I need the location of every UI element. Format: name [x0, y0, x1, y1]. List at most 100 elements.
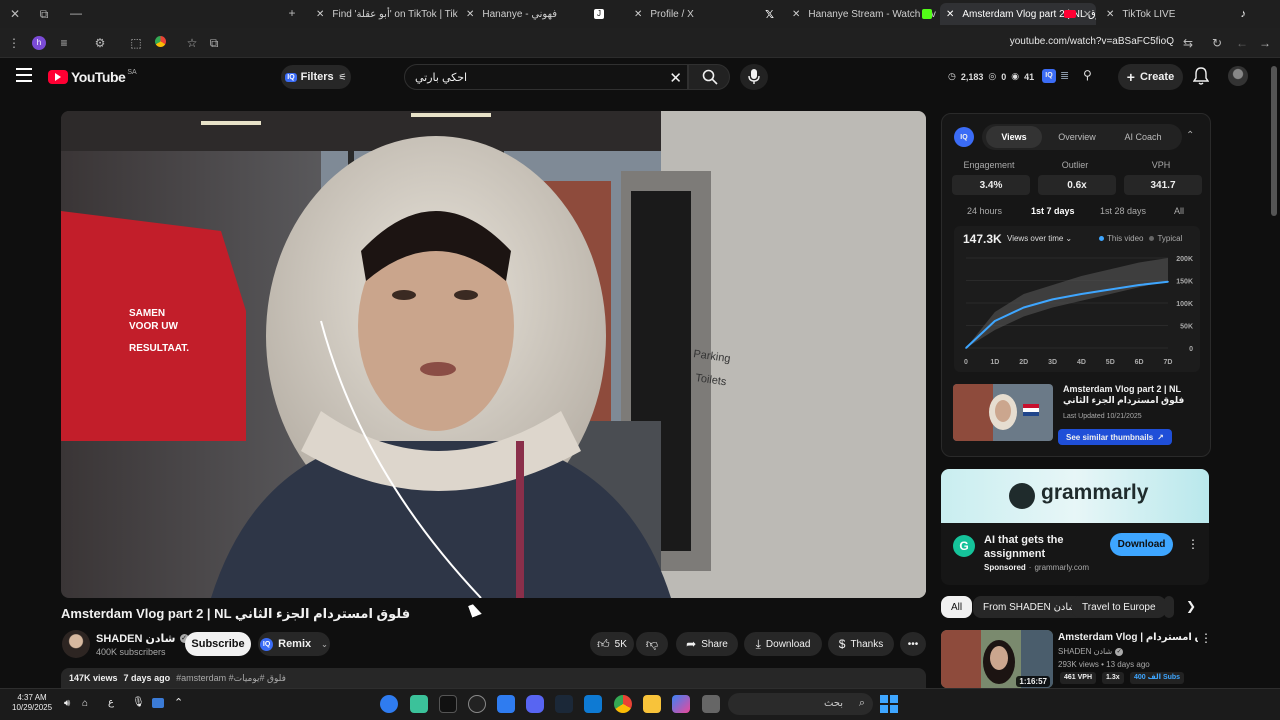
- chip-travel-europe[interactable]: Travel to Europe: [1072, 596, 1166, 618]
- taskbar-app-icon[interactable]: [439, 695, 457, 713]
- windows-start-icon[interactable]: [880, 695, 898, 713]
- range-first-7-days[interactable]: 1st 7 days: [1031, 206, 1075, 216]
- recommendation-channel[interactable]: SHADEN شادن: [1058, 647, 1112, 656]
- tab-close-icon[interactable]: ✕: [946, 9, 954, 20]
- hashtags[interactable]: #amsterdam #فلوق #يوميات: [176, 673, 286, 683]
- forward-icon[interactable]: ←: [1234, 35, 1250, 51]
- tab-close-icon[interactable]: ✕: [634, 9, 642, 20]
- similar-thumbnail[interactable]: [953, 384, 1053, 441]
- taskbar-app-icon[interactable]: [410, 695, 428, 713]
- share-page-icon[interactable]: ⬚: [128, 35, 144, 51]
- reload-icon[interactable]: ↻: [1209, 35, 1225, 51]
- description-box[interactable]: 147K views 7 days ago #amsterdam #فلوق #…: [61, 668, 926, 688]
- color-extension-icon[interactable]: [152, 35, 168, 51]
- site-settings-icon[interactable]: ⇆: [1180, 35, 1196, 51]
- tab-ai-coach[interactable]: AI Coach: [1114, 126, 1172, 148]
- clock[interactable]: 4:37 AM 10/29/2025: [12, 693, 52, 713]
- range-all[interactable]: All: [1174, 206, 1184, 216]
- menu-dots-icon[interactable]: ⋮: [6, 35, 22, 51]
- tab-overview[interactable]: Overview: [1048, 126, 1106, 148]
- copilot-icon[interactable]: [672, 695, 690, 713]
- search-input[interactable]: احكي بارتي ✕: [404, 64, 688, 90]
- task-view-icon[interactable]: [702, 695, 720, 713]
- collapse-chevron-icon[interactable]: ⌃: [1186, 130, 1194, 141]
- subscribe-button[interactable]: Subscribe: [185, 632, 251, 656]
- like-button[interactable]: 👍︎ 5K: [590, 632, 634, 656]
- more-actions-button[interactable]: •••: [900, 632, 926, 656]
- channel-name-row[interactable]: SHADEN شادن ✓: [96, 632, 189, 645]
- tab-hananye[interactable]: ✕ Hananye - فهوني J: [460, 3, 610, 25]
- account-avatar[interactable]: [1228, 66, 1248, 86]
- microphone-tray-icon[interactable]: 🎙︎: [132, 697, 145, 708]
- tab-close-icon[interactable]: ✕: [316, 9, 324, 20]
- extensions-puzzle-icon[interactable]: ⚙: [92, 35, 108, 51]
- tab-views[interactable]: Views: [986, 126, 1042, 148]
- discord-icon[interactable]: [526, 695, 544, 713]
- input-language[interactable]: ع: [108, 697, 114, 708]
- ad-download-button[interactable]: Download: [1110, 533, 1173, 556]
- taskbar-search-input[interactable]: بحث ⌕: [728, 693, 873, 715]
- rocket-icon[interactable]: ⚲: [1083, 68, 1092, 82]
- share-button[interactable]: ➦ Share: [676, 632, 738, 656]
- download-button[interactable]: ⤓ Download: [744, 632, 822, 656]
- video-player[interactable]: SAMEN VOOR UW RESULTAAT. Parking Toilets: [61, 111, 926, 598]
- recommendation-more-icon[interactable]: ⋮: [1200, 631, 1212, 645]
- hamburger-menu-icon[interactable]: [16, 68, 32, 82]
- ad-more-icon[interactable]: ⋮: [1187, 537, 1199, 551]
- chatgpt-icon[interactable]: [468, 695, 486, 713]
- extension-icon[interactable]: ≡: [56, 35, 72, 51]
- iq-extension-icon[interactable]: IQ: [1042, 69, 1056, 83]
- chrome-icon[interactable]: [614, 695, 632, 713]
- tab-hananye-stream[interactable]: ✕ Hananye Stream - Watch Live on: [786, 3, 936, 25]
- dislike-button[interactable]: 👎︎: [636, 632, 668, 656]
- tab-close-icon[interactable]: ✕: [1106, 9, 1114, 20]
- install-app-icon[interactable]: ⧉: [206, 35, 222, 51]
- sponsored-ad[interactable]: grammarly G AI that gets the assignment …: [941, 469, 1209, 585]
- url-text[interactable]: youtube.com/watch?v=aBSaFC5fioQ: [1010, 36, 1174, 47]
- chip-more[interactable]: [1164, 596, 1174, 618]
- recommendation-thumbnail[interactable]: 1:16:57: [941, 630, 1053, 688]
- restore-window-icon[interactable]: ⧉: [36, 6, 52, 22]
- network-icon[interactable]: ⌂: [82, 698, 88, 709]
- taskbar-app-icon[interactable]: [380, 695, 398, 713]
- chip-from-channel[interactable]: From SHADEN شادن: [973, 596, 1087, 618]
- youtube-logo[interactable]: YouTube SA: [48, 69, 137, 85]
- minimize-icon[interactable]: —: [68, 5, 84, 21]
- channel-name[interactable]: SHADEN شادن: [96, 632, 176, 645]
- new-tab-icon[interactable]: +: [284, 5, 300, 21]
- store-icon[interactable]: [584, 695, 602, 713]
- list-icon[interactable]: ≣: [1060, 69, 1069, 82]
- recommendation-title[interactable]: Amsterdam Vlog | فلوق امستردام NL: [1058, 632, 1198, 643]
- volume-icon[interactable]: 🔊︎: [64, 698, 70, 709]
- create-button[interactable]: + Create: [1118, 64, 1183, 90]
- views-dropdown[interactable]: Views over time ⌄: [1007, 234, 1072, 243]
- clear-search-icon[interactable]: ✕: [669, 69, 682, 87]
- range-first-28-days[interactable]: 1st 28 days: [1100, 206, 1146, 216]
- taskbar-app-icon[interactable]: [497, 695, 515, 713]
- channel-avatar[interactable]: [62, 630, 90, 658]
- back-icon[interactable]: →: [1257, 35, 1273, 51]
- tab-close-icon[interactable]: ✕: [466, 9, 474, 20]
- see-similar-thumbnails-button[interactable]: See similar thumbnails ↗: [1058, 429, 1172, 445]
- chevron-right-icon[interactable]: ❯: [1186, 599, 1196, 613]
- file-explorer-icon[interactable]: [643, 695, 661, 713]
- range-24-hours[interactable]: 24 hours: [967, 206, 1002, 216]
- notifications-bell-icon[interactable]: [1192, 67, 1210, 90]
- tab-tiktok-live[interactable]: ✕ TikTok LIVE ♪: [1100, 3, 1250, 25]
- bookmark-star-icon[interactable]: ☆: [184, 35, 200, 51]
- remix-button[interactable]: IQ Remix ⌄: [258, 632, 330, 656]
- tab-tiktok-search[interactable]: ✕ Find 'أبو عقلة' on TikTok | TikTok: [310, 3, 458, 25]
- onedrive-icon[interactable]: [152, 698, 164, 708]
- scrollbar-thumb[interactable]: [1271, 66, 1277, 216]
- tab-close-icon[interactable]: ✕: [792, 9, 800, 20]
- steam-icon[interactable]: [555, 695, 573, 713]
- thanks-button[interactable]: $ Thanks: [828, 632, 894, 656]
- voice-search-button[interactable]: [740, 64, 768, 90]
- tab-profile-x[interactable]: ✕ Profile / X 𝕏: [628, 3, 778, 25]
- filters-button[interactable]: IQ Filters ⚟: [281, 65, 351, 89]
- profile-avatar[interactable]: h: [32, 36, 46, 50]
- tab-youtube-active[interactable]: ✕ Amsterdam Vlog part 2 | NL فلوق ✕: [940, 3, 1096, 25]
- search-button[interactable]: [688, 64, 730, 90]
- close-icon[interactable]: ✕: [7, 6, 23, 22]
- chip-all[interactable]: All: [941, 596, 973, 618]
